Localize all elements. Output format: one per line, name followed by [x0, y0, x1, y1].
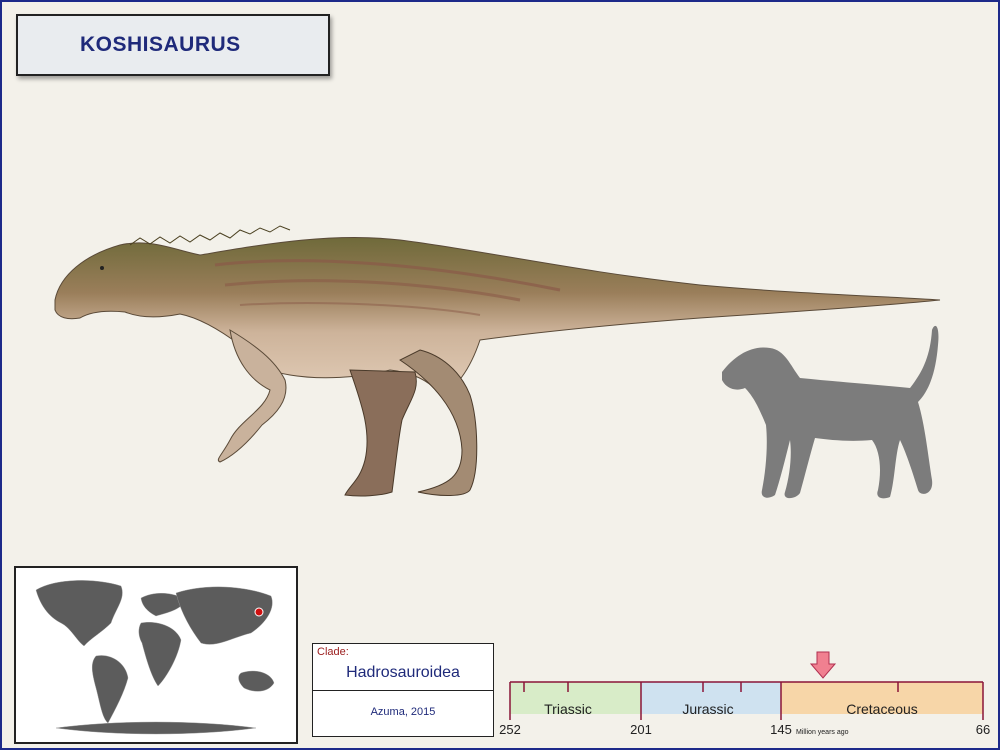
tick-label-252: 252	[499, 722, 521, 737]
geologic-timeline: Triassic Jurassic Cretaceous 252 201 145…	[499, 651, 990, 737]
tick-label-66: 66	[976, 722, 990, 737]
world-map	[14, 566, 298, 744]
illustration-area	[54, 225, 941, 499]
world-map-graphic	[35, 580, 275, 735]
period-label-cretaceous: Cretaceous	[846, 701, 918, 717]
clade-divider	[313, 690, 493, 691]
clade-box: Clade: Hadrosauroidea Azuma, 2015	[312, 643, 494, 737]
period-label-jurassic: Jurassic	[682, 701, 733, 717]
period-label-triassic: Triassic	[544, 701, 592, 717]
clade-label: Clade:	[317, 646, 349, 658]
unit-label: Million years ago	[796, 729, 849, 736]
tick-label-145: 145	[770, 722, 792, 737]
down-arrow-icon	[809, 651, 837, 679]
clade-name: Hadrosauroidea	[346, 664, 460, 681]
dog-scale-silhouette	[722, 325, 939, 499]
clade-author: Azuma, 2015	[370, 706, 436, 718]
location-marker	[254, 607, 264, 617]
tick-label-201: 201	[630, 722, 652, 737]
